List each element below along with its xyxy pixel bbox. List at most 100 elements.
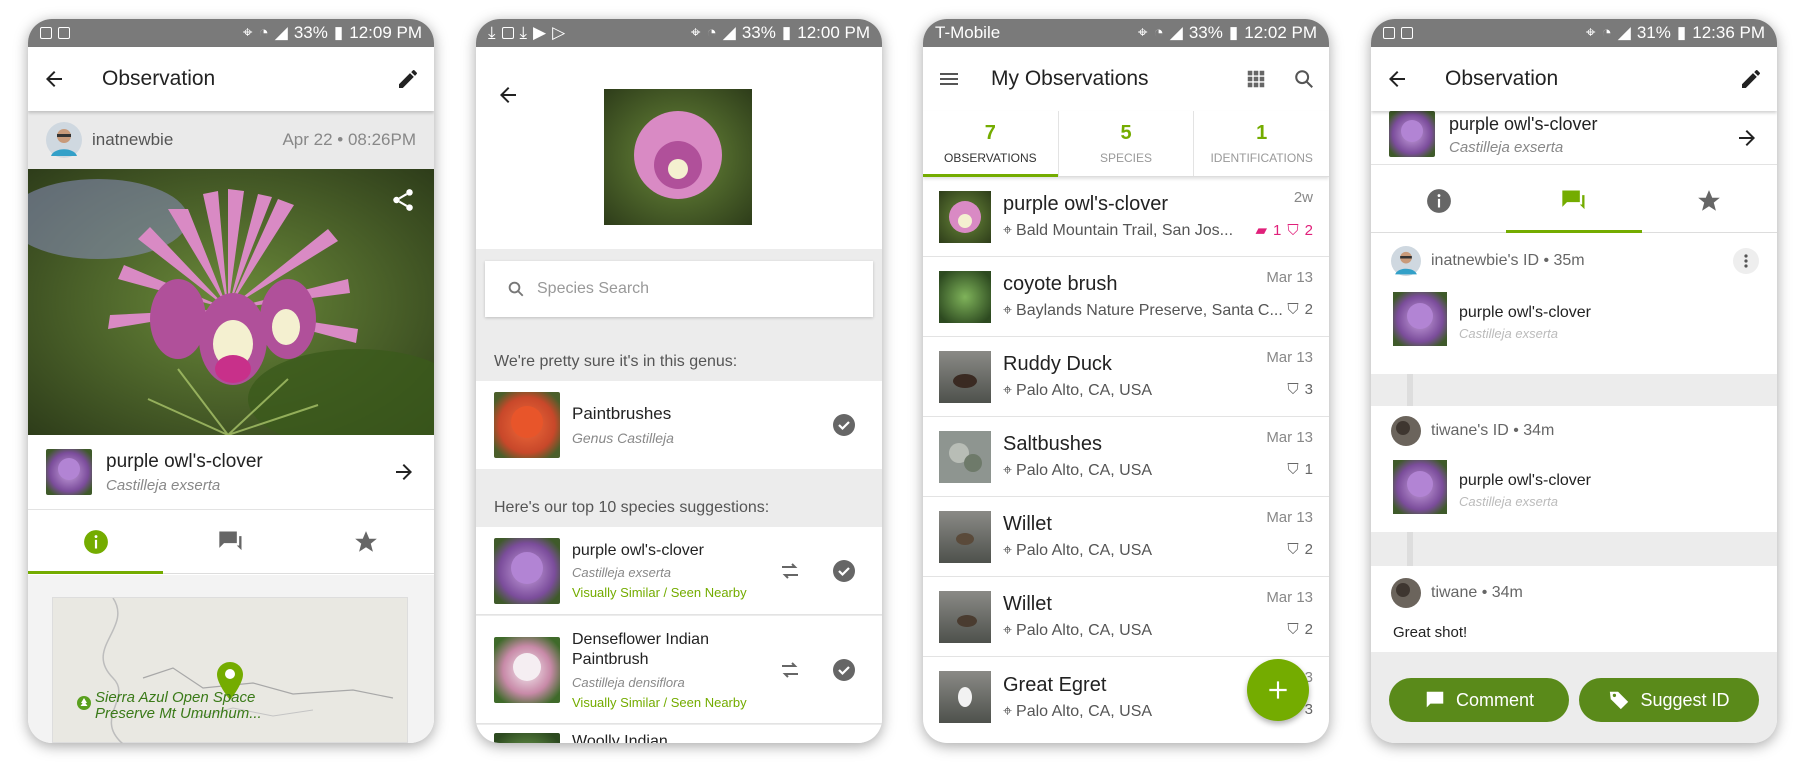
taxon-scientific-name: Castilleja exserta (1449, 138, 1564, 156)
add-observation-button[interactable] (1247, 659, 1309, 721)
taxon-row[interactable]: purple owl's-clover Castilleja exserta (1371, 110, 1777, 165)
edit-pencil-icon[interactable] (1739, 67, 1763, 91)
star-icon (355, 530, 378, 552)
location-icon: ⌖ (242, 23, 253, 42)
notification-icon (1401, 27, 1413, 39)
info-icon (1426, 188, 1451, 213)
genus-name: Paintbrushes (572, 404, 672, 423)
id-icon: ⛉ (1287, 301, 1299, 318)
list-item[interactable]: Willet ⌖ Palo Alto, CA, USA Mar 13 ⛉ 2 (923, 577, 1329, 657)
selected-photo[interactable] (604, 89, 752, 225)
tab-species[interactable]: 5 SPECIES (1057, 111, 1194, 176)
phone-species-suggestions: ⤓ ⤓ ▶ ▷ ⌖ ◔ ◢ 33% ▮ 12:00 PM Species Search… (476, 19, 882, 743)
list-item[interactable]: Ruddy Duck ⌖ Palo Alto, CA, USA Mar 13 ⛉ 3 (923, 337, 1329, 417)
more-options-icon[interactable] (1733, 248, 1759, 274)
back-arrow-icon[interactable] (1385, 67, 1409, 91)
detail-tabs (28, 510, 434, 574)
tab-observations[interactable]: 7 OBSERVATIONS (923, 111, 1058, 177)
tab-activity[interactable] (163, 510, 298, 573)
compare-icon[interactable] (778, 559, 802, 583)
edit-pencil-icon[interactable] (396, 67, 420, 91)
location-pin-icon: ⌖ (1003, 702, 1013, 720)
location-pin-icon: ⌖ (1003, 302, 1013, 319)
observation-photo[interactable] (28, 169, 434, 449)
identification-common-name[interactable]: purple owl's-clover (1459, 472, 1591, 490)
back-arrow-icon[interactable] (496, 83, 520, 107)
map-section: Sierra Azul Open Space Preserve Mt Umunh… (28, 575, 434, 743)
check-icon[interactable] (832, 559, 856, 583)
forward-arrow-icon[interactable] (1735, 126, 1759, 150)
taxon-row[interactable]: purple owl's-clover Castilleja exserta (28, 435, 434, 509)
species-search-box[interactable]: Species Search (485, 261, 873, 317)
menu-icon[interactable] (937, 67, 961, 91)
observation-date: Mar 13 (1266, 509, 1313, 526)
suggestion-row[interactable]: Woolly Indian (476, 725, 882, 743)
phone-observation-activity: ⌖ ◔ ◢ 31% ▮ 12:36 PM Observation purple o… (1371, 19, 1777, 743)
taxon-scientific-name: Castilleja exserta (106, 476, 221, 494)
tab-identifications[interactable]: 1 IDENTIFICATIONS (1193, 111, 1329, 176)
battery-level: 33% (293, 23, 328, 42)
suggestion-name: Denseflower Indian Paintbrush (572, 630, 709, 668)
info-icon (83, 529, 108, 554)
avatar[interactable] (46, 122, 82, 158)
tab-activity[interactable] (1506, 169, 1642, 233)
battery-icon: ▮ (781, 23, 792, 42)
play-icon: ▷ (552, 23, 566, 42)
clock: 12:02 PM (1244, 23, 1317, 42)
avatar[interactable] (1391, 578, 1421, 608)
battery-icon: ▮ (333, 23, 344, 42)
identification-scientific-name: Castilleja exserta (1459, 326, 1558, 341)
observation-name: Willet (1003, 593, 1052, 615)
check-icon[interactable] (832, 658, 856, 682)
suggestion-thumbnail (494, 537, 560, 604)
check-icon[interactable] (832, 413, 856, 437)
top-suggestions-header: Here's our top 10 species suggestions: (494, 499, 770, 516)
compare-icon[interactable] (778, 658, 802, 682)
notification-icon (1383, 27, 1395, 39)
avatar[interactable] (1391, 246, 1421, 276)
list-item[interactable]: purple owl's-clover ⌖ Bald Mountain Trail… (923, 177, 1329, 257)
avatar[interactable] (1391, 416, 1421, 446)
play-icon: ▶ (533, 23, 547, 42)
observation-name: coyote brush (1003, 273, 1118, 295)
tab-info[interactable] (28, 510, 164, 574)
identification-card: inatnewbie's ID • 35m purple owl's-clove… (1371, 234, 1777, 374)
tab-favorites[interactable] (1642, 169, 1777, 232)
suggestion-row[interactable]: Denseflower Indian Paintbrush Castilleja… (476, 616, 882, 724)
grid-view-icon[interactable] (1245, 68, 1267, 90)
identification-common-name[interactable]: purple owl's-clover (1459, 304, 1591, 322)
map-view[interactable]: Sierra Azul Open Space Preserve Mt Umunh… (52, 597, 408, 743)
observation-place: Baylands Nature Preserve, Santa C... (1016, 302, 1283, 319)
search-input[interactable]: Species Search (537, 280, 649, 298)
observation-thumbnail (939, 510, 991, 563)
id-count: 1 (1304, 461, 1313, 478)
park-icon (77, 696, 91, 710)
identification-thumbnail (1393, 460, 1447, 514)
status-bar: T-Mobile ⌖ ◔ ◢ 33% ▮ 12:02 PM (923, 19, 1329, 47)
status-bar: ⤓ ⤓ ▶ ▷ ⌖ ◔ ◢ 33% ▮ 12:00 PM (476, 19, 882, 47)
list-item[interactable]: coyote brush ⌖ Baylands Nature Preserve, … (923, 257, 1329, 337)
tab-favorites[interactable] (299, 510, 434, 573)
taxon-thumbnail (46, 449, 92, 495)
wifi-icon: ◔ (1601, 23, 1612, 42)
forward-arrow-icon[interactable] (392, 460, 416, 484)
tab-count: 7 (984, 122, 996, 144)
search-icon[interactable] (1293, 68, 1315, 90)
observation-name: purple owl's-clover (1003, 193, 1168, 215)
tab-info[interactable] (1371, 169, 1506, 232)
comment-button[interactable]: Comment (1389, 678, 1569, 722)
genus-row[interactable]: Paintbrushes Genus Castilleja (476, 381, 882, 469)
observation-thumbnail (939, 350, 991, 403)
clock: 12:00 PM (797, 23, 870, 42)
observer-username[interactable]: inatnewbie (92, 130, 173, 150)
suggest-id-button[interactable]: Suggest ID (1579, 678, 1759, 722)
list-item[interactable]: Saltbushes ⌖ Palo Alto, CA, USA Mar 13 ⛉ 1 (923, 417, 1329, 497)
back-arrow-icon[interactable] (42, 67, 66, 91)
suggestion-thumbnail (494, 636, 560, 703)
suggestion-row[interactable]: purple owl's-clover Castilleja exserta V… (476, 527, 882, 615)
list-item[interactable]: Willet ⌖ Palo Alto, CA, USA Mar 13 ⛉ 2 (923, 497, 1329, 577)
share-icon[interactable] (390, 187, 416, 213)
comment-button-label: Comment (1455, 689, 1535, 710)
location-pin-icon: ⌖ (1003, 462, 1013, 479)
status-bar: ⌖ ◔ ◢ 31% ▮ 12:36 PM (1371, 19, 1777, 47)
